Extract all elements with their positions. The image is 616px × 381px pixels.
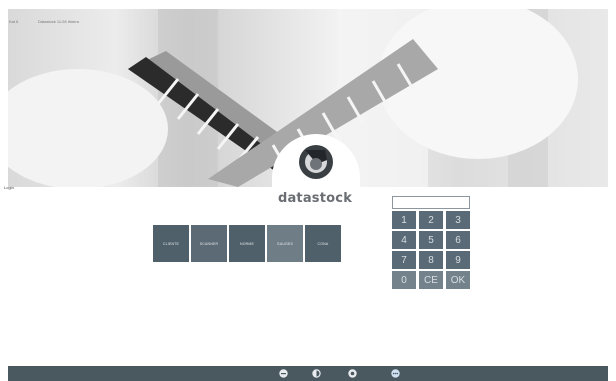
key-2[interactable]: 2 xyxy=(419,211,443,229)
more-icon[interactable] xyxy=(391,369,400,378)
settings-icon[interactable] xyxy=(348,369,357,378)
datastock-logo-icon xyxy=(299,145,333,179)
action-button-gauges[interactable]: Gauges xyxy=(267,225,303,262)
key-1[interactable]: 1 xyxy=(392,211,416,229)
key-5[interactable]: 5 xyxy=(419,231,443,249)
hero-caption-left: Kat 6 xyxy=(9,19,19,24)
key-6[interactable]: 6 xyxy=(446,231,470,249)
key-ok[interactable]: OK xyxy=(446,271,470,289)
action-button-scanner[interactable]: Scanner xyxy=(191,225,227,262)
key-0[interactable]: 0 xyxy=(392,271,416,289)
numeric-keypad: 1 2 3 4 5 6 7 8 9 0 CE OK xyxy=(392,211,470,289)
brand-name: datastock xyxy=(277,191,353,206)
key-clear[interactable]: CE xyxy=(419,271,443,289)
key-3[interactable]: 3 xyxy=(446,211,470,229)
info-icon[interactable] xyxy=(312,369,321,378)
key-4[interactable]: 4 xyxy=(392,231,416,249)
key-8[interactable]: 8 xyxy=(419,251,443,269)
key-9[interactable]: 9 xyxy=(446,251,470,269)
key-7[interactable]: 7 xyxy=(392,251,416,269)
action-button-row: Cliente Scanner Norme Gauges Cona xyxy=(153,225,341,262)
side-label: Login xyxy=(4,185,14,190)
action-button-cona[interactable]: Cona xyxy=(305,225,341,262)
pin-input[interactable] xyxy=(392,196,470,209)
action-button-norme[interactable]: Norme xyxy=(229,225,265,262)
minus-circle-icon[interactable] xyxy=(279,369,288,378)
taskbar xyxy=(8,366,608,381)
hero-caption: Datastock 11:28 Itinera xyxy=(38,19,79,24)
action-button-cliente[interactable]: Cliente xyxy=(153,225,189,262)
